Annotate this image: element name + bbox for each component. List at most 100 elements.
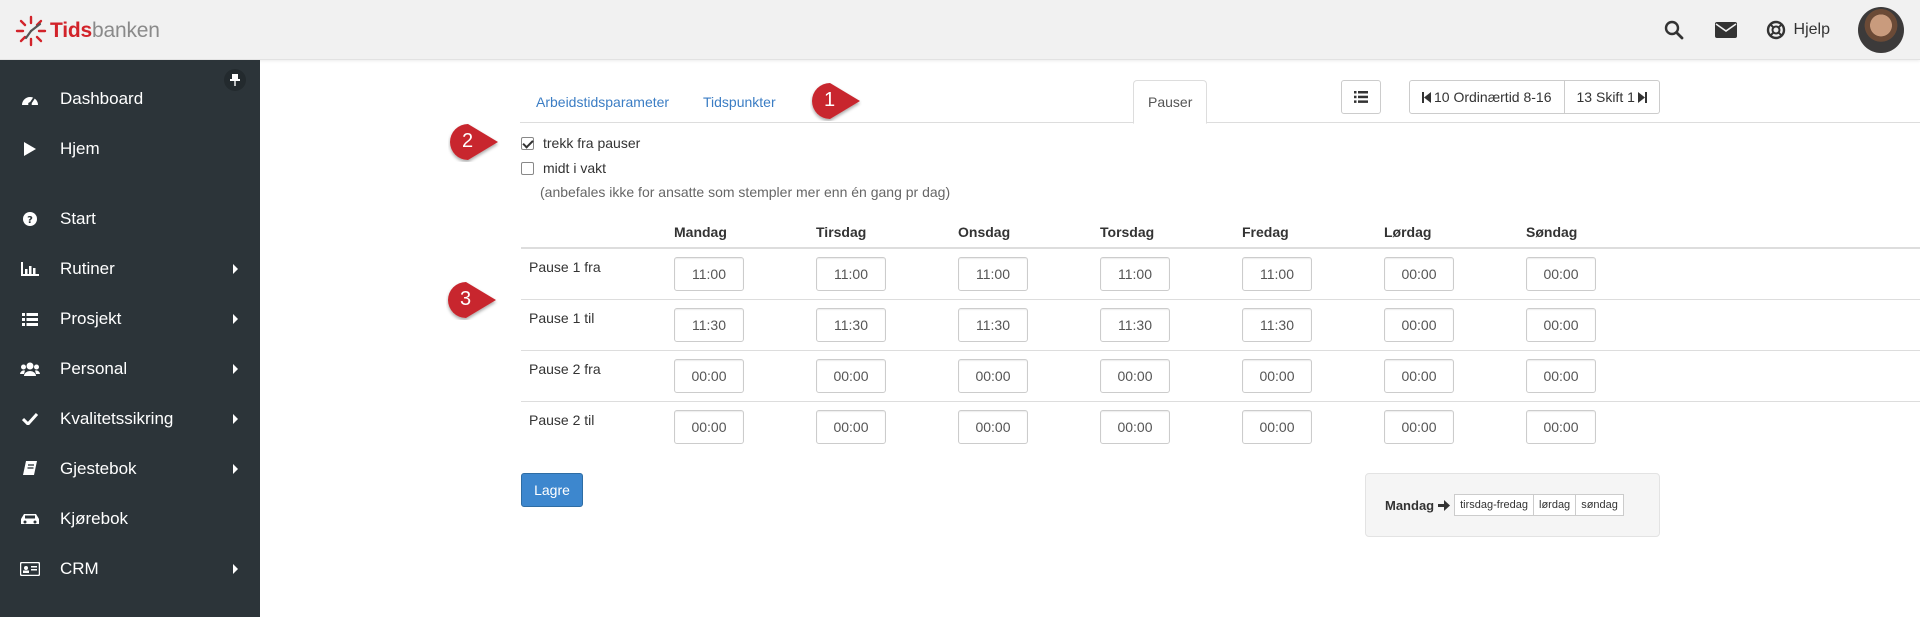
column-header-6: Lørdag [1384, 224, 1432, 240]
row-label: Pause 1 til [529, 310, 595, 326]
sidebar-item-dashboard[interactable]: Dashboard [0, 79, 260, 119]
caret-right-icon [233, 264, 238, 274]
time-input[interactable]: 11:30 [816, 308, 886, 342]
copy-to-sondag-button[interactable]: søndag [1576, 494, 1624, 516]
tab-arbeidstidsparameter[interactable]: Arbeidstidsparameter [520, 80, 685, 123]
sidebar-item-prosjekt[interactable]: Prosjekt [0, 299, 260, 339]
mid-shift-note: (anbefales ikke for ansatte som stempler… [540, 184, 951, 200]
caret-right-icon [233, 364, 238, 374]
top-icons: Hjelp [1662, 0, 1920, 60]
time-input[interactable]: 11:30 [674, 308, 744, 342]
callout-number-3: 3 [460, 288, 472, 310]
tab-bar: Arbeidstidsparameter Tidspunkter Pauser [520, 80, 1920, 124]
caret-right-icon [233, 414, 238, 424]
list-view-button[interactable] [1341, 80, 1381, 114]
sidebar-item-rutiner[interactable]: Rutiner [0, 249, 260, 289]
caret-right-icon [233, 564, 238, 574]
clock-logo-icon [15, 15, 47, 47]
sidebar-item-label: Personal [60, 359, 128, 378]
column-header-1: Mandag [674, 224, 727, 240]
tab-pauser[interactable]: Pauser [1133, 80, 1208, 124]
time-input[interactable]: 00:00 [1384, 257, 1454, 291]
sidebar-item-label: Dashboard [60, 89, 144, 108]
row-label: Pause 2 fra [529, 361, 601, 377]
time-input[interactable]: 00:00 [1384, 359, 1454, 393]
time-input[interactable]: 00:00 [816, 410, 886, 444]
copy-to-lordag-button[interactable]: lørdag [1534, 494, 1577, 516]
sidebar-item-start[interactable]: ? Start [0, 199, 260, 239]
user-avatar[interactable] [1858, 7, 1904, 53]
sidebar-item-label: Kvalitetssikring [60, 409, 174, 428]
time-input[interactable]: 00:00 [1242, 410, 1312, 444]
sidebar-item-crm[interactable]: CRM [0, 549, 260, 589]
callout-number-2: 2 [462, 130, 474, 152]
time-input[interactable]: 11:00 [1100, 257, 1170, 291]
time-input[interactable]: 11:00 [1242, 257, 1312, 291]
tab-tidspunkter[interactable]: Tidspunkter [687, 80, 792, 123]
time-input[interactable]: 00:00 [1384, 410, 1454, 444]
time-input[interactable]: 00:00 [1526, 410, 1596, 444]
time-input[interactable]: 00:00 [1526, 359, 1596, 393]
table-row: Pause 1 til 11:30 11:30 11:30 11:30 11:30 00:0… [521, 300, 1920, 351]
sidebar-item-hjem[interactable]: Hjem [0, 129, 260, 169]
prev-record-label: 10 Ordinærtid 8-16 [1434, 89, 1552, 105]
logo-brand-light: banken [92, 19, 160, 42]
time-input[interactable]: 11:00 [958, 257, 1028, 291]
table-row: Pause 1 fra 11:00 11:00 11:00 11:00 11:00 00:0… [521, 249, 1920, 300]
search-icon[interactable] [1662, 18, 1686, 42]
sidebar-item-label: Prosjekt [60, 309, 122, 328]
callout-marker-3: 3 [446, 280, 496, 320]
time-input[interactable]: 00:00 [958, 359, 1028, 393]
prev-record-button[interactable]: 10 Ordinærtid 8-16 [1409, 80, 1565, 114]
mid-shift-checkbox[interactable] [521, 161, 534, 175]
copy-to-tirsdag-fredag-button[interactable]: tirsdag-fredag [1454, 494, 1534, 516]
users-icon [20, 359, 40, 379]
time-input[interactable]: 00:00 [1384, 308, 1454, 342]
time-input[interactable]: 00:00 [1242, 359, 1312, 393]
logo[interactable]: Tidsbanken [14, 14, 160, 48]
time-input[interactable]: 00:00 [1100, 410, 1170, 444]
sidebar-item-kvalitetssikring[interactable]: Kvalitetssikring [0, 399, 260, 439]
time-input[interactable]: 00:00 [1526, 257, 1596, 291]
sidebar-item-label: Gjestebok [60, 459, 137, 478]
time-input[interactable]: 00:00 [816, 359, 886, 393]
time-input[interactable]: 00:00 [674, 359, 744, 393]
list-icon [20, 309, 40, 329]
sidebar: Dashboard Hjem ? Start Rutiner Prosjekt Person… [0, 60, 260, 617]
time-input[interactable]: 00:00 [1100, 359, 1170, 393]
sidebar-item-label: CRM [60, 559, 99, 578]
envelope-icon[interactable] [1714, 18, 1738, 42]
sidebar-item-kjorebok[interactable]: Kjørebok [0, 499, 260, 539]
mid-shift-option: midt i vakt [521, 160, 606, 176]
lifebuoy-icon [1766, 20, 1785, 40]
sidebar-item-personal[interactable]: Personal [0, 349, 260, 389]
row-label: Pause 1 fra [529, 259, 601, 275]
time-input[interactable]: 00:00 [958, 410, 1028, 444]
time-input[interactable]: 11:30 [958, 308, 1028, 342]
time-input[interactable]: 11:30 [1100, 308, 1170, 342]
time-input[interactable]: 11:30 [1242, 308, 1312, 342]
list-icon [1354, 91, 1368, 103]
car-icon [20, 509, 40, 529]
next-record-button[interactable]: 13 Skift 1 [1564, 80, 1660, 114]
sidebar-item-gjestebok[interactable]: Gjestebok [0, 449, 260, 489]
bar-chart-icon [20, 259, 40, 279]
column-header-3: Onsdag [958, 224, 1011, 240]
help-link[interactable]: Hjelp [1766, 20, 1830, 40]
deduct-breaks-checkbox[interactable] [521, 136, 534, 150]
id-card-icon [20, 559, 40, 579]
time-input[interactable]: 11:00 [674, 257, 744, 291]
time-input[interactable]: 00:00 [674, 410, 744, 444]
time-input[interactable]: 00:00 [1526, 308, 1596, 342]
column-header-7: Søndag [1526, 224, 1578, 240]
mid-shift-label: midt i vakt [543, 160, 607, 176]
callout-marker-2: 2 [448, 122, 498, 162]
copy-from-label: Mandag [1385, 497, 1435, 513]
question-icon: ? [20, 209, 40, 229]
help-label: Hjelp [1793, 21, 1830, 38]
row-label: Pause 2 til [529, 412, 595, 428]
save-button[interactable]: Lagre [521, 473, 583, 507]
time-input[interactable]: 11:00 [816, 257, 886, 291]
next-record-label: 13 Skift 1 [1576, 89, 1635, 105]
record-nav-group: 10 Ordinærtid 8-16 13 Skift 1 [1409, 80, 1660, 114]
